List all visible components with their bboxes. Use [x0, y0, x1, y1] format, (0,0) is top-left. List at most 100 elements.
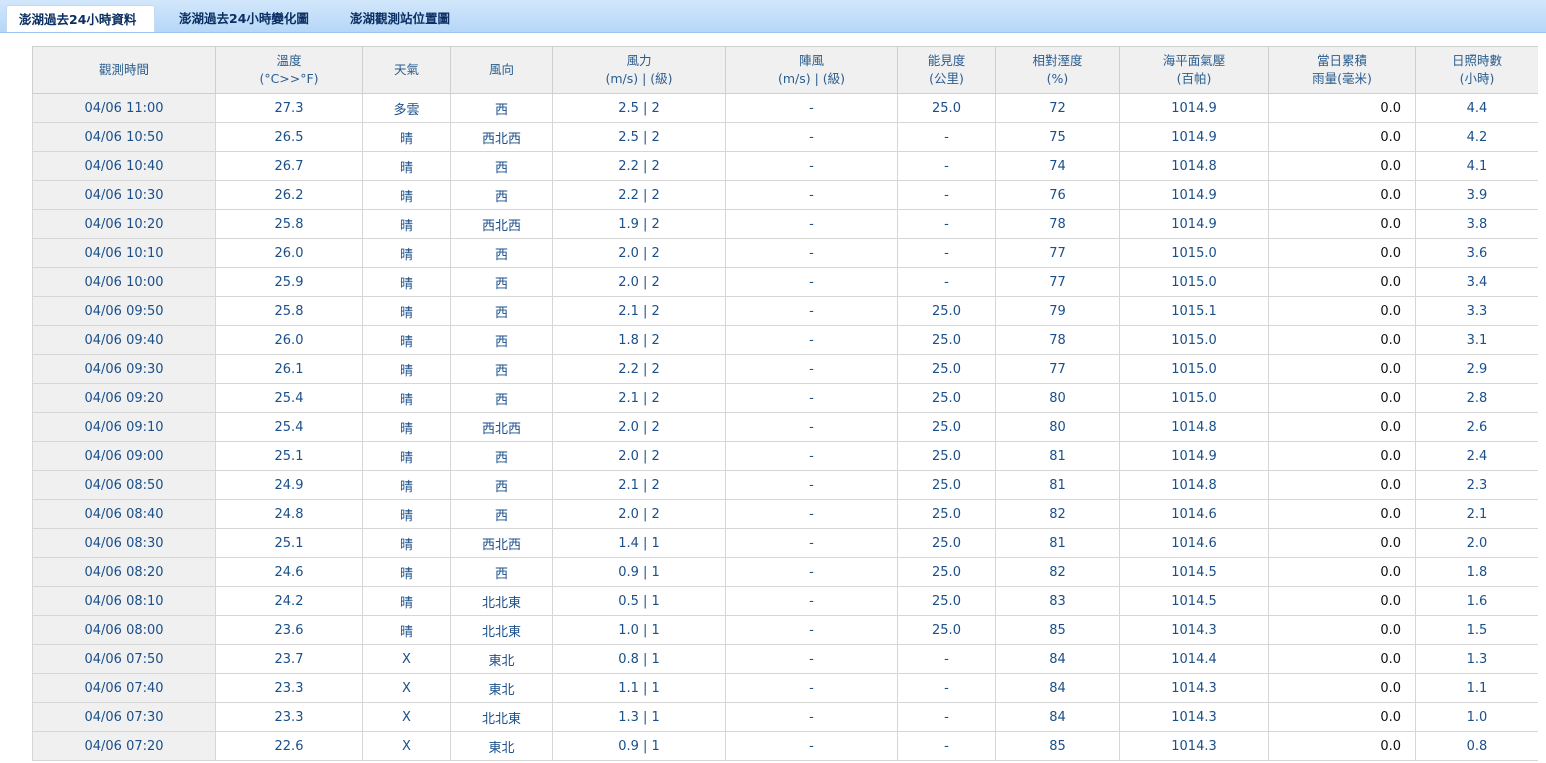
cell-visibility: 25.0 [897, 528, 996, 558]
cell-visibility: - [897, 151, 996, 181]
cell-time: 04/06 09:20 [32, 383, 216, 413]
header-label: 能見度 [927, 53, 966, 68]
header-label: 海平面氣壓 [1162, 53, 1226, 68]
cell-pressure: 1014.3 [1119, 673, 1269, 703]
cell-temperature: 25.8 [215, 296, 363, 326]
cell-rainfall: 0.0 [1268, 615, 1416, 645]
cell-temperature: 25.4 [215, 383, 363, 413]
cell-visibility: - [897, 267, 996, 297]
cell-gust: - [725, 180, 898, 210]
cell-wind-direction: 西 [450, 238, 553, 268]
cell-temperature: 25.8 [215, 209, 363, 239]
cell-rainfall: 0.0 [1268, 209, 1416, 239]
header-unit: (百帕) [1176, 71, 1212, 86]
cell-wind-force: 2.0 | 2 [552, 499, 726, 529]
table-row: 04/06 07:50 23.7 X 東北 0.8 | 1- -84 1014.4 0.0 1.… [32, 644, 1538, 674]
cell-sunshine: 2.9 [1415, 354, 1538, 384]
header-wind-force: 風力 (m/s) | (級) [552, 46, 726, 94]
cell-weather: 晴 [362, 383, 451, 413]
cell-temperature: 26.5 [215, 122, 363, 152]
header-label: 風力 [626, 53, 652, 68]
table-row: 04/06 09:20 25.4 晴西 2.1 | 2-25.0 80 1015.0 0.0… [32, 383, 1538, 413]
cell-sunshine: 4.1 [1415, 151, 1538, 181]
cell-humidity: 78 [995, 209, 1120, 239]
cell-weather: 晴 [362, 499, 451, 529]
cell-wind-direction: 北北東 [450, 702, 553, 732]
cell-wind-force: 1.4 | 1 [552, 528, 726, 558]
header-unit: (%) [1046, 71, 1069, 86]
cell-weather: 晴 [362, 470, 451, 500]
cell-weather: 晴 [362, 151, 451, 181]
tab-24h-data[interactable]: 澎湖過去24小時資料 [6, 5, 155, 32]
cell-wind-force: 1.8 | 2 [552, 325, 726, 355]
cell-visibility: 25.0 [897, 586, 996, 616]
cell-temperature: 22.6 [215, 731, 363, 761]
cell-wind-force: 2.1 | 2 [552, 383, 726, 413]
cell-pressure: 1014.8 [1119, 151, 1269, 181]
cell-temperature: 23.3 [215, 702, 363, 732]
header-sunshine: 日照時數 (小時) [1415, 46, 1538, 94]
cell-rainfall: 0.0 [1268, 180, 1416, 210]
cell-time: 04/06 08:10 [32, 586, 216, 616]
cell-rainfall: 0.0 [1268, 325, 1416, 355]
cell-wind-force: 1.1 | 1 [552, 673, 726, 703]
cell-sunshine: 1.5 [1415, 615, 1538, 645]
cell-weather: 多雲 [362, 93, 451, 123]
cell-sunshine: 4.2 [1415, 122, 1538, 152]
cell-wind-force: 2.1 | 2 [552, 296, 726, 326]
cell-rainfall: 0.0 [1268, 296, 1416, 326]
cell-rainfall: 0.0 [1268, 93, 1416, 123]
cell-weather: 晴 [362, 267, 451, 297]
cell-time: 04/06 09:00 [32, 441, 216, 471]
cell-wind-direction: 西 [450, 383, 553, 413]
cell-temperature: 26.0 [215, 325, 363, 355]
cell-sunshine: 0.8 [1415, 731, 1538, 761]
cell-time: 04/06 10:00 [32, 267, 216, 297]
cell-sunshine: 1.1 [1415, 673, 1538, 703]
cell-rainfall: 0.0 [1268, 731, 1416, 761]
cell-sunshine: 1.8 [1415, 557, 1538, 587]
header-unit[interactable]: (°C>>°F) [220, 70, 358, 88]
cell-gust: - [725, 702, 898, 732]
cell-sunshine: 3.4 [1415, 267, 1538, 297]
cell-wind-direction: 西 [450, 557, 553, 587]
cell-humidity: 81 [995, 441, 1120, 471]
cell-humidity: 84 [995, 644, 1120, 674]
cell-humidity: 85 [995, 615, 1120, 645]
cell-wind-force: 0.5 | 1 [552, 586, 726, 616]
cell-visibility: - [897, 238, 996, 268]
cell-weather: 晴 [362, 586, 451, 616]
cell-pressure: 1014.8 [1119, 470, 1269, 500]
cell-humidity: 75 [995, 122, 1120, 152]
cell-pressure: 1014.3 [1119, 702, 1269, 732]
table-row: 04/06 08:00 23.6 晴北北東 1.0 | 1-25.0 85 1014.3 0… [32, 615, 1538, 645]
cell-wind-direction: 東北 [450, 731, 553, 761]
cell-pressure: 1015.0 [1119, 267, 1269, 297]
cell-rainfall: 0.0 [1268, 412, 1416, 442]
cell-wind-force: 2.5 | 2 [552, 93, 726, 123]
table-row: 04/06 07:30 23.3 X 北北東 1.3 | 1- -84 1014.3 0.0 1… [32, 702, 1538, 732]
cell-time: 04/06 07:20 [32, 731, 216, 761]
cell-temperature: 24.6 [215, 557, 363, 587]
cell-humidity: 74 [995, 151, 1120, 181]
table-row: 04/06 08:30 25.1 晴西北西 1.4 | 1-25.0 81 1014.6 0… [32, 528, 1538, 558]
tab-station-map[interactable]: 澎湖觀測站位置圖 [338, 5, 470, 32]
header-unit: (m/s) | (級) [605, 71, 673, 86]
cell-pressure: 1014.8 [1119, 412, 1269, 442]
tab-24h-chart[interactable]: 澎湖過去24小時變化圖 [167, 5, 327, 32]
cell-visibility: 25.0 [897, 93, 996, 123]
cell-rainfall: 0.0 [1268, 528, 1416, 558]
cell-gust: - [725, 499, 898, 529]
cell-weather: X [362, 644, 451, 674]
cell-rainfall: 0.0 [1268, 470, 1416, 500]
cell-pressure: 1015.0 [1119, 238, 1269, 268]
cell-wind-force: 2.0 | 2 [552, 267, 726, 297]
cell-sunshine: 1.3 [1415, 644, 1538, 674]
cell-wind-force: 2.2 | 2 [552, 151, 726, 181]
header-unit: (m/s) | (級) [777, 71, 846, 86]
cell-visibility: 25.0 [897, 470, 996, 500]
cell-pressure: 1014.9 [1119, 209, 1269, 239]
cell-gust: - [725, 412, 898, 442]
cell-gust: - [725, 441, 898, 471]
cell-weather: 晴 [362, 557, 451, 587]
